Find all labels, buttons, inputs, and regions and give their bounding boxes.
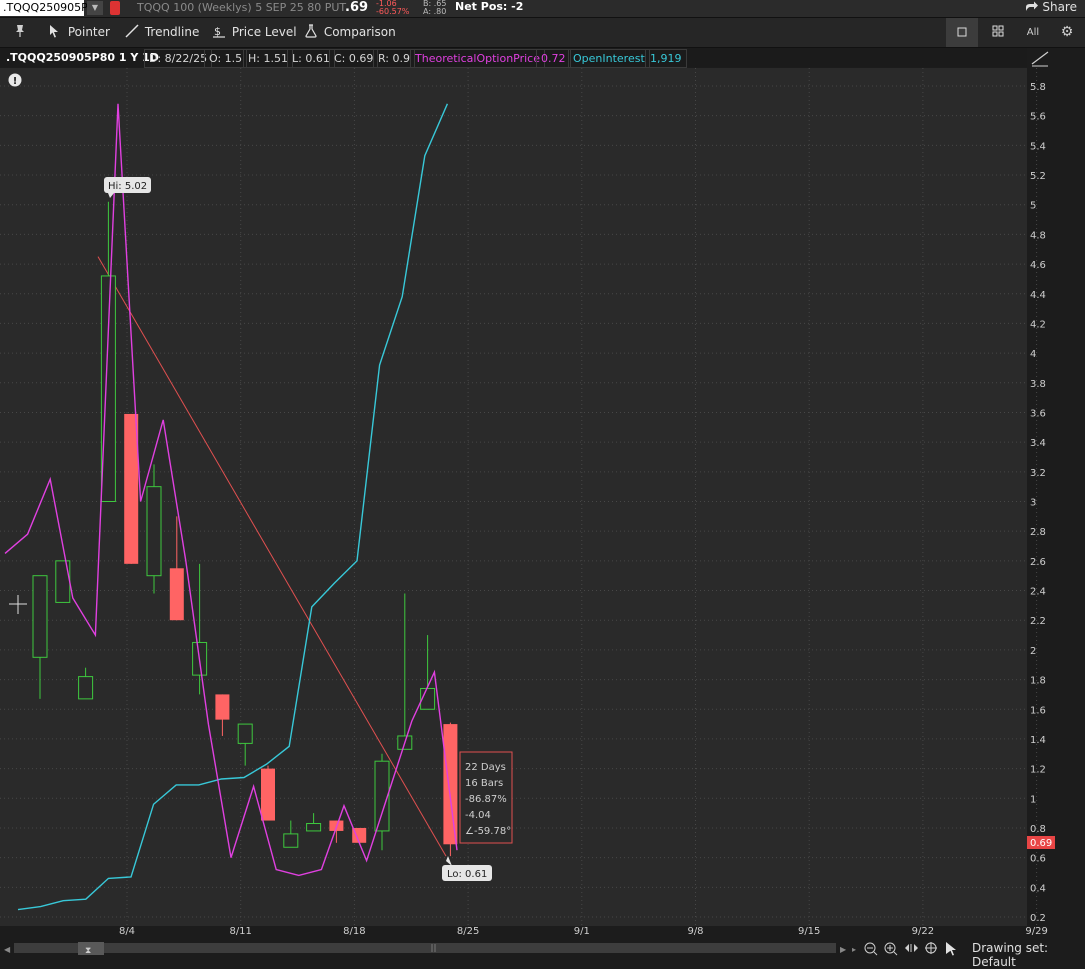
x-tick-label: 9/8: [687, 926, 703, 937]
x-axis-ticks: 8/4 8/11 8/18 8/25 9/1 9/8 9/15 9/22 9/29: [119, 926, 1048, 937]
x-tick-label: 9/15: [798, 926, 820, 937]
measure-change: -4.04: [465, 810, 491, 821]
y-tick-label: 3.6: [1030, 408, 1046, 419]
pan-icon[interactable]: [905, 944, 918, 952]
y-tick-label: 5.4: [1030, 141, 1046, 152]
measure-percent: -86.87%: [465, 794, 507, 805]
y-tick-label: 1: [1030, 794, 1036, 805]
measure-angle: ∠-59.78°: [465, 826, 511, 837]
scroll-right-icon[interactable]: ▶: [840, 945, 847, 954]
y-tick-label: 1.6: [1030, 705, 1046, 716]
candle-up: [55, 560, 71, 603]
crosshair-icon[interactable]: [925, 942, 937, 954]
x-tick-label: 8/4: [119, 926, 135, 937]
y-tick-label: 1.8: [1030, 676, 1046, 687]
y-tick-label: 4.2: [1030, 319, 1046, 330]
last-price-tag: 0.69: [1027, 836, 1055, 849]
measure-days: 22 Days: [465, 762, 506, 773]
x-tick-label: 9/22: [912, 926, 934, 937]
high-label: Hi: 5.02: [108, 181, 147, 192]
measure-bars: 16 Bars: [465, 778, 503, 789]
y-tick-label: 0.6: [1030, 854, 1046, 865]
y-tick-label: 3.2: [1030, 468, 1046, 479]
y-tick-label: 4.4: [1030, 290, 1046, 301]
scrollbar[interactable]: ◀ ⧗ ▶ ▸: [0, 940, 1085, 958]
candle-down: [261, 768, 275, 821]
y-tick-label: 2.4: [1030, 587, 1046, 598]
x-tick-label: 9/29: [1025, 926, 1047, 937]
candle-down: [124, 413, 139, 564]
cursor-icon[interactable]: [946, 942, 956, 956]
candle-up: [78, 676, 94, 700]
y-tick-label: 5: [1030, 201, 1036, 212]
price-chart[interactable]: 5.8 5.6 5.4 5.2 5 4.8 4.6 4.4 4.2 4 3.8 3.6 3.4 3.2 3 2…: [0, 0, 1085, 940]
y-tick-label: 4.6: [1030, 260, 1046, 271]
x-tick-label: 9/1: [574, 926, 590, 937]
x-tick-label: 8/11: [229, 926, 251, 937]
y-tick-label: 5.6: [1030, 112, 1046, 123]
candle-down: [443, 724, 458, 845]
candle-up: [146, 486, 162, 577]
y-tick-label: 2.8: [1030, 527, 1046, 538]
candle-up: [237, 723, 253, 744]
candle-up: [100, 275, 116, 503]
y-tick-label: 1.4: [1030, 735, 1046, 746]
candle-up: [32, 575, 48, 658]
candle-up: [283, 833, 299, 848]
measure-box[interactable]: 22 Days 16 Bars -86.87% -4.04 ∠-59.78°: [459, 751, 513, 844]
y-tick-label: 3.4: [1030, 438, 1046, 449]
zoom-out-icon[interactable]: [864, 942, 878, 956]
status-bar: ◀ ⧗ ▶ ▸ Drawing set: Default: [0, 940, 1085, 969]
y-tick-label: 4: [1030, 349, 1036, 360]
scroll-left-icon[interactable]: ◀: [4, 945, 11, 954]
zoom-in-icon[interactable]: [884, 942, 898, 956]
y-tick-label: 0.8: [1030, 824, 1046, 835]
drawing-set-label[interactable]: Drawing set: Default: [972, 941, 1085, 969]
svg-text:!: !: [13, 76, 18, 87]
y-tick-label: 0.2: [1030, 913, 1046, 924]
axis-settings-icon[interactable]: [1031, 51, 1049, 67]
candle-down: [169, 568, 184, 621]
y-axis-ticks: 5.8 5.6 5.4 5.2 5 4.8 4.6 4.4 4.2 4 3.8 3.6 3.4 3.2 3 2…: [1030, 82, 1046, 924]
y-tick-label: 5.2: [1030, 171, 1046, 182]
y-tick-label: 3: [1030, 498, 1036, 509]
y-tick-label: 2.6: [1030, 557, 1046, 568]
low-label: Lo: 0.61: [447, 869, 487, 880]
y-tick-label: 0.4: [1030, 883, 1046, 894]
y-tick-label: 2.2: [1030, 616, 1046, 627]
candle-down: [215, 694, 230, 720]
y-tick-label: 1.2: [1030, 765, 1046, 776]
scroll-handle-icon: ⧗: [85, 946, 91, 956]
last-price-tag-label: 0.69: [1030, 838, 1052, 849]
y-tick-label: 5.8: [1030, 82, 1046, 93]
scroll-end-icon[interactable]: ▸: [852, 945, 856, 954]
x-tick-label: 8/18: [343, 926, 365, 937]
y-tick-label: 2: [1030, 646, 1036, 657]
y-tick-label: 4.8: [1030, 230, 1046, 241]
x-tick-label: 8/25: [457, 926, 479, 937]
y-tick-label: 3.8: [1030, 379, 1046, 390]
candle-up: [306, 823, 322, 832]
